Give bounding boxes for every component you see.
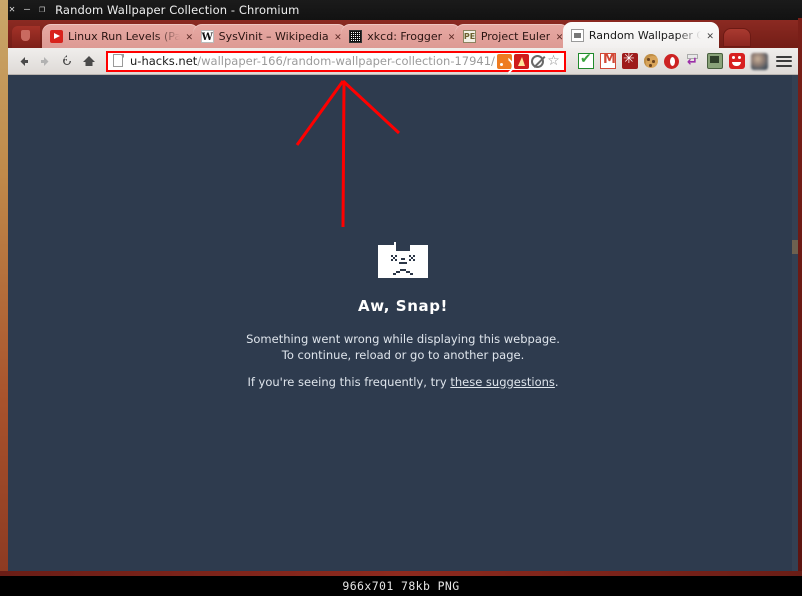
error-line-3: If you're seeing this frequently, try th… [8, 374, 798, 390]
tab-strip: Linux Run Levels (Pa ✕ W SysVinit – Wiki… [8, 20, 798, 48]
block-icon[interactable] [531, 54, 544, 68]
rss-icon[interactable] [497, 53, 512, 69]
adobe-pdf-icon[interactable] [514, 53, 529, 69]
error-line-1: Something went wrong while displaying th… [246, 332, 560, 346]
asterisk-extension-icon[interactable] [622, 51, 638, 69]
tab-close-icon[interactable]: ✕ [335, 30, 342, 43]
error-line-3-prefix: If you're seeing this frequently, try [247, 375, 451, 389]
vertical-scrollbar[interactable] [792, 75, 798, 571]
window-border-right [798, 18, 802, 576]
error-page: Aw, Snap! Something went wrong while dis… [8, 239, 798, 390]
error-line-3-suffix: . [554, 375, 559, 389]
chromium-logo-icon [12, 26, 40, 48]
tab-label: Linux Run Levels (Pa [68, 29, 180, 43]
extension-icons [578, 51, 768, 70]
address-bar[interactable]: u-hacks.net/wallpaper-166/random-wallpap… [106, 50, 566, 72]
monitor-extension-icon[interactable] [707, 53, 723, 69]
minimize-window-icon[interactable]: — [24, 5, 30, 15]
home-button[interactable] [78, 50, 100, 72]
browser-window: ✕ — ❐ Random Wallpaper Collection - Chro… [0, 0, 802, 576]
tab-project-euler[interactable]: PE Project Euler ✕ [454, 24, 569, 48]
cookie-extension-icon[interactable] [644, 54, 658, 68]
tab-linux-run-levels[interactable]: Linux Run Levels (Pa ✕ [42, 24, 199, 48]
url-text: u-hacks.net/wallpaper-166/random-wallpap… [130, 54, 497, 68]
browser-toolbar: u-hacks.net/wallpaper-166/random-wallpap… [8, 48, 798, 75]
bookmark-star-icon[interactable]: ☆ [546, 53, 561, 69]
tab-label: SysVinit – Wikipedia [218, 29, 329, 43]
window-title: Random Wallpaper Collection - Chromium [55, 3, 300, 17]
url-host: u-hacks.net [130, 54, 198, 68]
tab-close-icon[interactable]: ✕ [707, 29, 714, 42]
avatar-icon[interactable] [751, 52, 768, 70]
checkmark-extension-icon[interactable] [578, 51, 594, 69]
tab-random-wallpaper-collection[interactable]: Random Wallpaper C ✕ [562, 22, 720, 48]
error-title: Aw, Snap! [357, 297, 448, 315]
red-face-extension-icon[interactable] [729, 53, 745, 69]
new-tab-button[interactable] [723, 28, 752, 47]
window-border-left [0, 0, 8, 576]
sad-folder-icon [376, 239, 430, 281]
page-viewport: Aw, Snap! Something went wrong while dis… [8, 75, 798, 571]
tab-label: Random Wallpaper C [588, 28, 701, 42]
scrollbar-thumb[interactable] [792, 240, 798, 254]
maximize-window-icon[interactable]: ❐ [39, 5, 45, 15]
opera-extension-icon[interactable] [664, 53, 679, 69]
status-text: 966x701 78kb PNG [342, 579, 460, 593]
these-suggestions-link[interactable]: these suggestions [450, 375, 555, 389]
xkcd-icon [349, 29, 363, 43]
tab-xkcd-frogger[interactable]: xkcd: Frogger ✕ [341, 24, 461, 48]
screenshot-root: ✕ — ❐ Random Wallpaper Collection - Chro… [0, 0, 802, 596]
status-bar: 966x701 78kb PNG [0, 576, 802, 596]
tab-close-icon[interactable]: ✕ [448, 30, 455, 43]
error-line-2: To continue, reload or go to another pag… [281, 348, 525, 362]
page-icon [570, 28, 584, 42]
url-path: /wallpaper-166/random-wallpaper-collecti… [197, 54, 495, 68]
page-info-icon[interactable] [113, 54, 125, 68]
youtube-icon [50, 29, 63, 43]
tab-label: Project Euler [480, 29, 551, 43]
close-window-icon[interactable]: ✕ [9, 5, 15, 15]
tab-close-icon[interactable]: ✕ [556, 30, 563, 43]
forward-button[interactable] [34, 50, 56, 72]
back-button[interactable] [12, 50, 34, 72]
tab-close-icon[interactable]: ✕ [186, 30, 193, 43]
window-controls: ✕ — ❐ [9, 5, 45, 15]
reload-button[interactable] [56, 50, 78, 72]
purple-arrow-extension-icon[interactable] [685, 54, 701, 70]
window-titlebar: ✕ — ❐ Random Wallpaper Collection - Chro… [0, 0, 802, 20]
tab-label: xkcd: Frogger [367, 29, 443, 43]
chromium-menu-button[interactable] [776, 53, 792, 69]
wikipedia-icon: W [200, 29, 214, 43]
project-euler-icon: PE [462, 29, 476, 43]
gmail-extension-icon[interactable] [600, 52, 616, 69]
omnibox-action-icons: ☆ [497, 53, 561, 69]
tab-sysvinit-wikipedia[interactable]: W SysVinit – Wikipedia ✕ [192, 24, 348, 48]
